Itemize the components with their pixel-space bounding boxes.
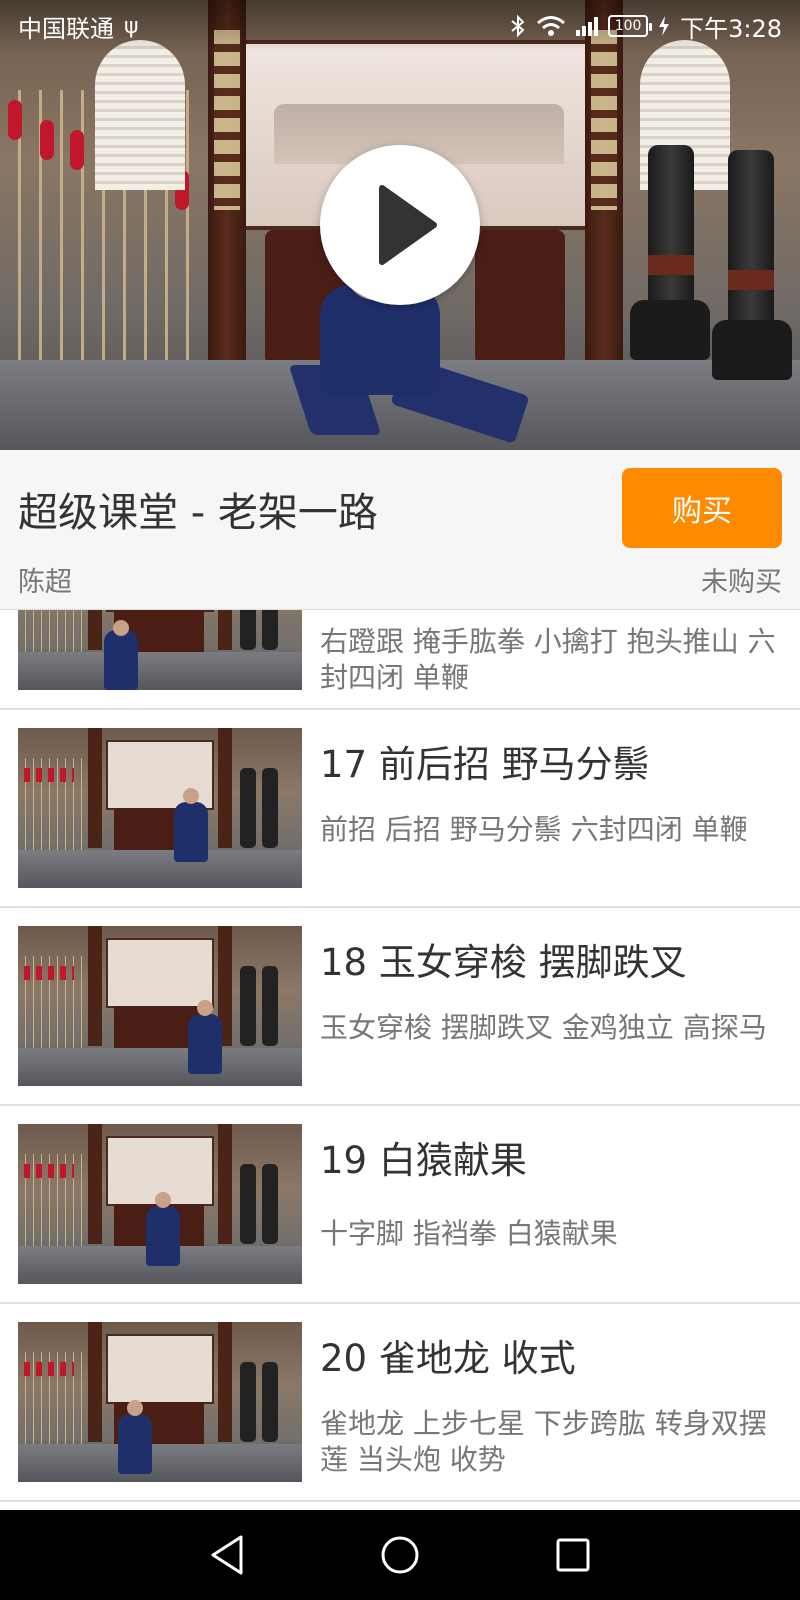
bag-base-image bbox=[630, 300, 710, 360]
purchase-status: 未购买 bbox=[701, 567, 782, 598]
video-player[interactable] bbox=[0, 0, 800, 450]
punching-bag-image bbox=[728, 150, 774, 330]
back-triangle-icon bbox=[211, 1535, 243, 1575]
home-button[interactable] bbox=[370, 1525, 430, 1585]
window-image bbox=[95, 40, 185, 190]
lesson-item[interactable]: 右蹬跟 掩手肱拳 小擒打 抱头推山 六封四闭 单鞭 bbox=[0, 610, 800, 710]
lesson-title: 20 雀地龙 收式 bbox=[320, 1337, 576, 1380]
status-bar: 中国联通 ψ 100 下午3:28 bbox=[0, 0, 800, 52]
buy-button[interactable]: 购买 bbox=[622, 468, 782, 548]
teacher-name: 陈超 bbox=[18, 567, 72, 598]
lesson-item[interactable]: 17 前后招 野马分鬃 前招 后招 野马分鬃 六封四闭 单鞭 bbox=[0, 710, 800, 908]
recents-button[interactable] bbox=[543, 1525, 603, 1585]
lesson-description: 玉女穿梭 摆脚跌叉 金鸡独立 高探马 bbox=[320, 1011, 767, 1044]
clock-time: 下午3:28 bbox=[680, 14, 782, 43]
lesson-thumbnail bbox=[18, 1322, 302, 1482]
back-button[interactable] bbox=[197, 1525, 257, 1585]
pillar-image bbox=[208, 0, 246, 370]
lesson-description: 右蹬跟 掩手肱拳 小擒打 抱头推山 六封四闭 单鞭 bbox=[320, 625, 776, 694]
home-circle-icon bbox=[381, 1536, 419, 1574]
play-icon bbox=[379, 185, 437, 265]
tassel-decoration bbox=[70, 130, 84, 170]
lesson-list[interactable]: 右蹬跟 掩手肱拳 小擒打 抱头推山 六封四闭 单鞭 17 前后招 野马分鬃 前招… bbox=[0, 610, 800, 1510]
charging-icon bbox=[658, 15, 670, 37]
bag-base-image bbox=[712, 320, 792, 380]
battery-icon: 100 bbox=[608, 15, 653, 37]
lesson-title: 17 前后招 野马分鬃 bbox=[320, 743, 650, 786]
lesson-thumbnail bbox=[18, 728, 302, 888]
bluetooth-icon bbox=[510, 14, 526, 38]
lesson-title: 19 白猿献果 bbox=[320, 1139, 527, 1182]
pillar-image bbox=[585, 0, 623, 370]
play-button[interactable] bbox=[320, 145, 480, 305]
usb-icon: ψ bbox=[124, 13, 139, 39]
chair-image bbox=[475, 230, 565, 360]
punching-bag-image bbox=[648, 145, 694, 315]
lesson-title: 18 玉女穿梭 摆脚跌叉 bbox=[320, 941, 687, 984]
lesson-thumbnail bbox=[18, 610, 302, 690]
signal-icon bbox=[576, 16, 599, 36]
lesson-thumbnail bbox=[18, 1124, 302, 1284]
lesson-thumbnail bbox=[18, 926, 302, 1086]
lesson-description: 雀地龙 上步七星 下步跨肱 转身双摆莲 当头炮 收势 bbox=[320, 1407, 767, 1476]
tassel-decoration bbox=[40, 120, 54, 160]
recents-square-icon bbox=[556, 1538, 590, 1572]
course-header: 超级课堂 - 老架一路 购买 陈超 未购买 bbox=[0, 450, 800, 610]
wifi-icon bbox=[536, 15, 566, 37]
carrier-label: 中国联通 bbox=[18, 14, 114, 43]
lesson-description: 前招 后招 野马分鬃 六封四闭 单鞭 bbox=[320, 813, 748, 846]
lesson-description: 十字脚 指裆拳 白猿献果 bbox=[320, 1217, 618, 1250]
lesson-item[interactable]: 19 白猿献果 十字脚 指裆拳 白猿献果 bbox=[0, 1106, 800, 1304]
system-navigation-bar bbox=[0, 1510, 800, 1600]
lesson-item[interactable]: 18 玉女穿梭 摆脚跌叉 玉女穿梭 摆脚跌叉 金鸡独立 高探马 bbox=[0, 908, 800, 1106]
course-title: 超级课堂 - 老架一路 bbox=[18, 490, 378, 536]
lesson-item[interactable]: 20 雀地龙 收式 雀地龙 上步七星 下步跨肱 转身双摆莲 当头炮 收势 bbox=[0, 1304, 800, 1502]
tassel-decoration bbox=[8, 100, 22, 140]
